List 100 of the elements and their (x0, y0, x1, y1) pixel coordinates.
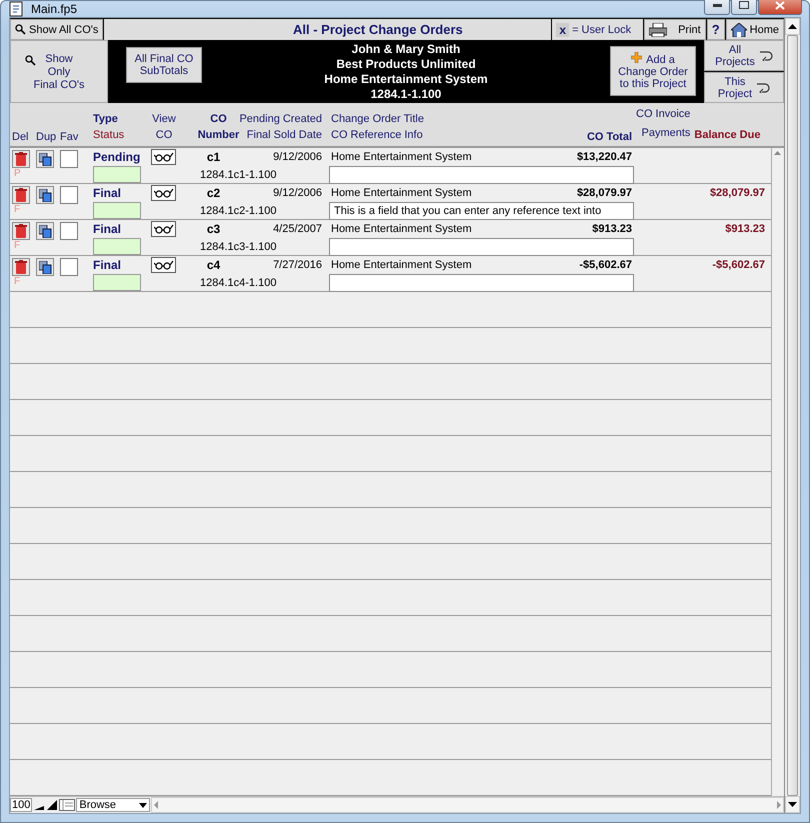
add-change-order-button[interactable]: Add a Change Order to this Project (610, 46, 696, 96)
favorite-checkbox[interactable] (60, 258, 78, 276)
status-field[interactable] (93, 238, 141, 255)
duplicate-button[interactable] (36, 222, 54, 240)
maximize-button[interactable] (731, 0, 757, 14)
co-type: Final (92, 257, 122, 274)
duplicate-button[interactable] (36, 186, 54, 204)
status-area-icon[interactable] (59, 799, 76, 811)
column-header: Final Sold Date (246, 128, 322, 143)
delete-button[interactable] (12, 258, 30, 276)
all-projects-button[interactable]: All Projects (704, 40, 784, 71)
column-header: CO (156, 128, 172, 143)
co-total: $13,220.47 (576, 150, 633, 165)
co-full-number: 1284.1c3-1.100 (199, 240, 278, 255)
zoom-level[interactable]: 100 (10, 798, 32, 812)
status-marker: F (13, 203, 22, 217)
house-icon (730, 22, 747, 36)
co-type: Pending (92, 149, 142, 166)
co-date: 7/27/2016 (272, 258, 323, 273)
layout-title: All - Project Change Orders (104, 19, 552, 40)
view-co-button[interactable] (151, 221, 176, 237)
duplicate-button[interactable] (36, 258, 54, 276)
view-co-button[interactable] (151, 257, 176, 273)
home-button[interactable]: Home (726, 19, 784, 40)
lock-label: = User Lock (572, 24, 632, 36)
co-number: c3 (206, 221, 222, 238)
delete-button[interactable] (12, 222, 30, 240)
favorite-checkbox[interactable] (60, 222, 78, 240)
reference-field[interactable]: This is a field that you can enter any reference text into (329, 202, 634, 220)
column-header: Balance Due (694, 128, 760, 143)
this-project-button[interactable]: This Project (704, 72, 784, 103)
project-info-line: John & Mary Smith (352, 42, 460, 57)
glasses-icon (154, 260, 174, 270)
copy-icon (38, 188, 52, 202)
glasses-icon (154, 188, 174, 198)
column-header: CO Total (586, 130, 633, 145)
zoom-in-icon[interactable] (46, 799, 58, 811)
scroll-left-icon (152, 801, 160, 809)
column-header: Del (12, 130, 30, 145)
subtotals-button[interactable]: All Final CO SubTotals (126, 47, 202, 83)
trash-icon (15, 152, 27, 166)
co-type: Final (92, 185, 122, 202)
glasses-icon (154, 152, 174, 162)
status-field[interactable] (93, 274, 141, 291)
favorite-checkbox[interactable] (60, 186, 78, 204)
close-button[interactable] (758, 0, 802, 14)
delete-button[interactable] (12, 186, 30, 204)
project-info-line: Best Products Unlimited (336, 57, 476, 72)
column-header: Status (93, 128, 124, 143)
reference-field[interactable] (329, 166, 634, 184)
column-header: Dup (36, 130, 58, 145)
show-all-button[interactable]: Show All CO's (10, 19, 104, 40)
balance-due: -$5,602.67 (711, 258, 766, 273)
co-date: 9/12/2006 (272, 186, 323, 201)
co-full-number: 1284.1c4-1.100 (199, 276, 278, 291)
trash-icon (15, 260, 27, 274)
status-field[interactable] (93, 202, 141, 219)
co-full-number: 1284.1c2-1.100 (199, 204, 278, 219)
print-button[interactable]: Print (644, 19, 706, 40)
help-button[interactable]: ? (706, 19, 725, 40)
scroll-up-icon (788, 24, 797, 29)
curved-arrow-icon (756, 82, 770, 93)
printer-icon (649, 22, 668, 36)
caret-icon (139, 802, 148, 808)
column-header: CO Reference Info (331, 128, 423, 143)
scroll-right-icon (775, 801, 783, 809)
balance-due: $28,079.97 (708, 186, 766, 201)
glasses-icon (154, 224, 174, 234)
copy-icon (38, 224, 52, 238)
column-header: Pending Created (239, 112, 322, 127)
search-icon (15, 24, 26, 35)
co-total: $913.23 (592, 222, 633, 237)
column-header: Change Order Title (331, 112, 424, 127)
delete-button[interactable] (12, 150, 30, 168)
column-header: Payments (642, 126, 690, 141)
copy-icon (38, 260, 52, 274)
status-field[interactable] (93, 166, 141, 183)
co-number: c4 (206, 257, 222, 274)
mode-dropdown[interactable]: Browse (76, 798, 150, 812)
co-date: 9/12/2006 (272, 150, 323, 165)
duplicate-button[interactable] (36, 150, 54, 168)
favorite-checkbox[interactable] (60, 150, 78, 168)
co-total: -$5,602.67 (579, 258, 633, 273)
close-icon (775, 0, 785, 10)
reference-field[interactable] (329, 274, 634, 292)
minimize-button[interactable] (704, 0, 730, 14)
co-title: Home Entertainment System (330, 150, 472, 165)
view-co-button[interactable] (151, 185, 176, 201)
co-title: Home Entertainment System (330, 186, 472, 201)
co-total: $28,079.97 (576, 186, 633, 201)
trash-icon (15, 188, 27, 202)
horizontal-scrollbar[interactable] (151, 797, 784, 813)
show-final-button[interactable]: Show Only Final CO's (10, 40, 108, 103)
copy-icon (38, 152, 52, 166)
view-co-button[interactable] (151, 149, 176, 165)
curved-arrow-icon (758, 50, 773, 61)
scroll-down-icon (788, 802, 797, 807)
reference-field[interactable] (329, 238, 634, 256)
status-marker: F (13, 275, 22, 289)
co-title: Home Entertainment System (330, 258, 472, 273)
